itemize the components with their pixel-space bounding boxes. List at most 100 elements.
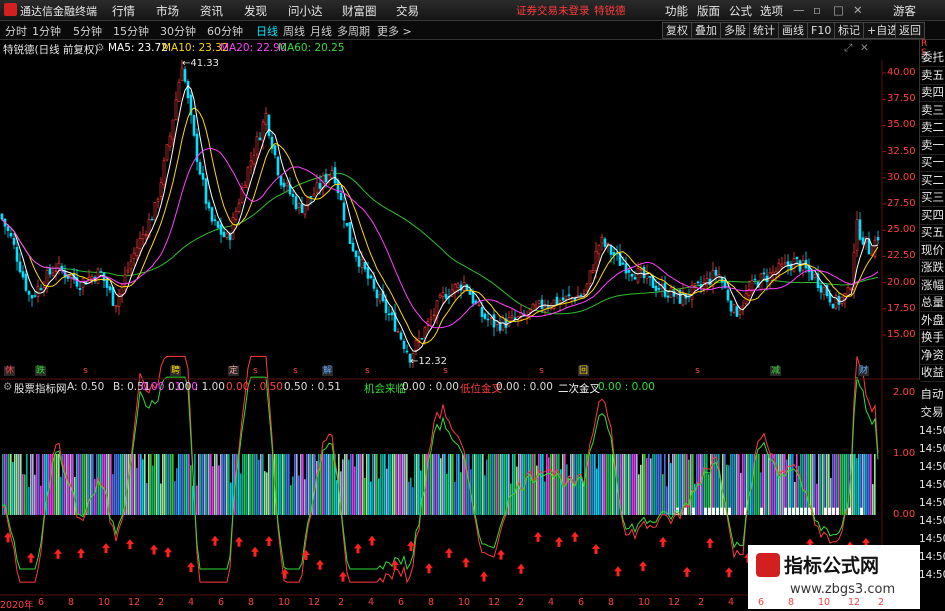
minimize-icon[interactable]: —: [793, 3, 805, 17]
guest-label[interactable]: 游客: [893, 3, 916, 19]
side-18[interactable]: 收益: [920, 363, 945, 382]
period-multi[interactable]: 多周期: [337, 23, 370, 39]
menu-hangqing[interactable]: 行情: [112, 3, 135, 19]
side-11[interactable]: 现价: [920, 241, 945, 260]
side-3[interactable]: 卖三: [920, 101, 945, 120]
indicator-white-bar: [720, 507, 723, 515]
buy-arrow: [164, 547, 172, 558]
fuquan-button[interactable]: 复权: [662, 22, 692, 39]
candle: [39, 284, 43, 291]
indicator-bar: [526, 454, 528, 515]
indicator-bar: [390, 454, 392, 515]
event-marker[interactable]: 定: [228, 366, 239, 376]
indicator-bar: [804, 454, 806, 515]
side-9[interactable]: 买四: [920, 206, 945, 225]
menu-zixun[interactable]: 资讯: [200, 3, 223, 19]
indicator-bar: [294, 454, 296, 515]
event-marker[interactable]: s: [692, 366, 703, 376]
side-0[interactable]: 委托: [920, 48, 945, 67]
overlay-button[interactable]: 叠加: [691, 22, 721, 39]
period-30min[interactable]: 30分钟: [160, 23, 196, 39]
event-marker[interactable]: s: [250, 366, 261, 376]
candle: [399, 330, 403, 341]
side-1[interactable]: 卖五: [920, 66, 945, 85]
panel-close-icon[interactable]: ✕: [860, 42, 869, 54]
period-fenshi[interactable]: 分时: [5, 23, 27, 39]
side-12[interactable]: 涨跌: [920, 258, 945, 277]
period-5min[interactable]: 5分钟: [73, 23, 102, 39]
mark-button[interactable]: 标记: [834, 22, 864, 39]
menu-banmian[interactable]: 版面: [697, 3, 720, 19]
draw-line-button[interactable]: 画线: [778, 22, 808, 39]
indicator-bar: [868, 454, 870, 515]
kline-chart[interactable]: [0, 40, 945, 609]
event-marker[interactable]: 解: [322, 366, 333, 376]
event-marker[interactable]: s: [362, 366, 373, 376]
indicator-settings-icon[interactable]: ⚙: [3, 381, 12, 393]
side-15[interactable]: 外盘: [920, 311, 945, 330]
event-marker[interactable]: s: [440, 366, 451, 376]
event-marker[interactable]: 减: [770, 366, 781, 376]
login-notice[interactable]: 证券交易未登录: [516, 3, 590, 18]
indicator-bar: [498, 454, 500, 515]
auto-trade-label[interactable]: 自动交易: [919, 385, 945, 421]
side-7[interactable]: 买二: [920, 171, 945, 190]
zoom-icon[interactable]: ⤢: [844, 42, 852, 55]
event-marker[interactable]: 休: [4, 366, 15, 376]
candle: [33, 291, 37, 299]
menu-shichang[interactable]: 市场: [156, 3, 179, 19]
side-13[interactable]: 涨幅: [920, 276, 945, 295]
side-16[interactable]: 换手: [920, 328, 945, 347]
side-5[interactable]: 卖一: [920, 136, 945, 155]
period-daily[interactable]: 日线: [256, 23, 278, 39]
period-weekly[interactable]: 周线: [283, 23, 305, 39]
period-60min[interactable]: 60分钟: [207, 23, 243, 39]
candle: [342, 195, 346, 229]
indicator-bar: [832, 454, 834, 515]
candle: [99, 267, 103, 274]
x-axis-month: 8: [428, 597, 435, 608]
menu-caifuquan[interactable]: 财富圈: [342, 3, 377, 19]
event-marker[interactable]: 回: [578, 366, 589, 376]
menu-xuanxiang[interactable]: 选项: [760, 3, 783, 19]
side-14[interactable]: 总量: [920, 293, 945, 312]
side-6[interactable]: 买一: [920, 153, 945, 172]
maximize-icon[interactable]: □: [833, 3, 844, 17]
x-axis-month: 2: [698, 597, 705, 608]
f10-button[interactable]: F10: [807, 22, 836, 39]
period-15min[interactable]: 15分钟: [113, 23, 149, 39]
side-8[interactable]: 买三: [920, 188, 945, 207]
side-10[interactable]: 买五: [920, 223, 945, 242]
buy-arrow: [534, 531, 542, 542]
menu-faxian[interactable]: 发现: [244, 3, 267, 19]
period-more[interactable]: 更多 >: [377, 23, 412, 39]
event-marker[interactable]: 聘: [170, 366, 181, 376]
event-marker[interactable]: s: [290, 366, 301, 376]
candle: [648, 275, 652, 287]
side-17[interactable]: 净资: [920, 346, 945, 365]
restore-icon[interactable]: ▫: [813, 3, 821, 17]
event-marker[interactable]: 跌: [35, 366, 46, 376]
side-2[interactable]: 卖四: [920, 83, 945, 102]
period-1min[interactable]: 1分钟: [32, 23, 61, 39]
multi-stock-button[interactable]: 多股: [720, 22, 750, 39]
back-button[interactable]: 返回: [895, 22, 925, 39]
indicator-bar: [202, 454, 204, 515]
menu-gongshi[interactable]: 公式: [729, 3, 752, 19]
menu-wenxiaoda[interactable]: 问小达: [288, 3, 323, 19]
event-marker[interactable]: s: [536, 366, 547, 376]
indicator-bar: [22, 474, 24, 515]
period-monthly[interactable]: 月线: [310, 23, 332, 39]
indicator-name[interactable]: 股票指标网: [14, 381, 67, 396]
side-4[interactable]: 卖二: [920, 118, 945, 137]
indicator-bar: [756, 454, 758, 515]
stats-button[interactable]: 统计: [749, 22, 779, 39]
menu-gongneng[interactable]: 功能: [665, 3, 688, 19]
indicator-bar: [630, 454, 632, 515]
settings-gear-icon[interactable]: ⚙: [95, 42, 104, 54]
close-icon[interactable]: ✕: [853, 3, 863, 17]
watermark-hand-icon: [756, 553, 780, 577]
event-marker[interactable]: 财: [858, 366, 869, 376]
event-marker[interactable]: s: [80, 366, 91, 376]
menu-jiaoyi[interactable]: 交易: [396, 3, 419, 19]
